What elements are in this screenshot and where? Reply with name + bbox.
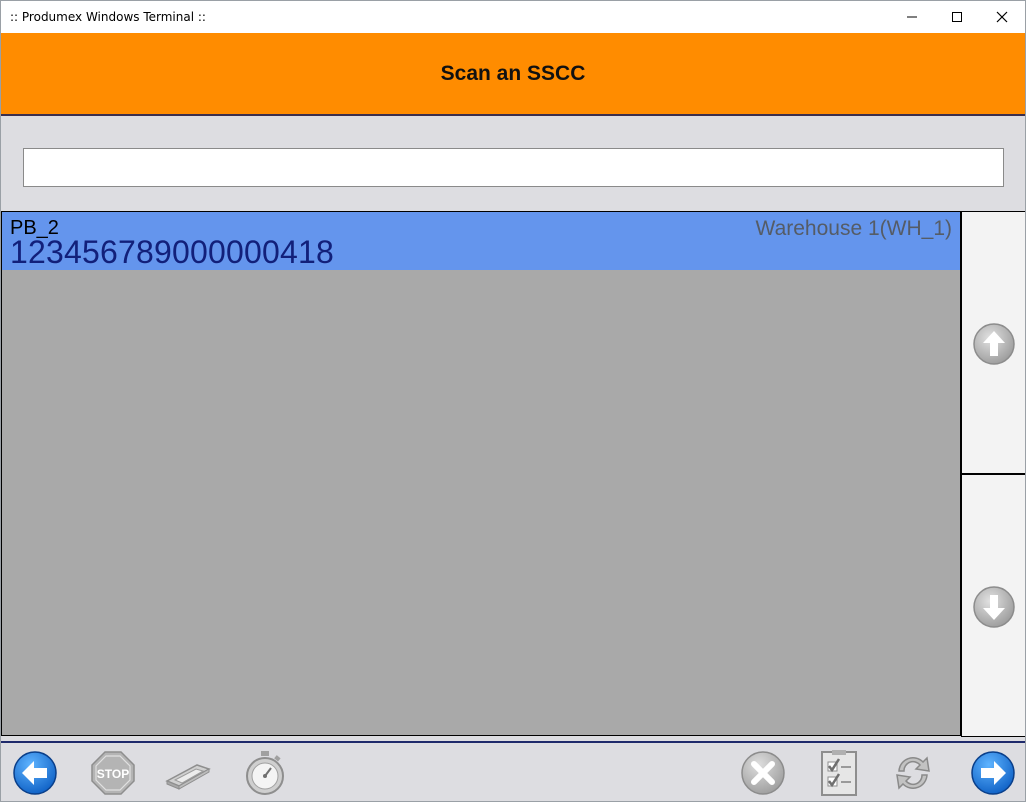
app-window: :: Produmex Windows Terminal :: Scan an … <box>0 0 1026 802</box>
maximize-icon <box>952 12 962 22</box>
arrow-up-icon <box>973 323 1015 365</box>
checklist-button[interactable] <box>815 749 863 797</box>
cancel-icon <box>741 751 785 795</box>
scroll-down-button[interactable] <box>961 474 1025 737</box>
svg-text:STOP: STOP <box>97 767 129 781</box>
minimize-button[interactable] <box>889 1 935 33</box>
refresh-icon <box>896 756 930 790</box>
scanner-button[interactable] <box>163 749 211 797</box>
back-button[interactable] <box>11 749 59 797</box>
scroll-up-button[interactable] <box>961 211 1025 474</box>
forward-button[interactable] <box>969 749 1017 797</box>
close-icon <box>996 11 1008 23</box>
arrow-down-icon <box>973 586 1015 628</box>
back-arrow-icon <box>13 751 57 795</box>
window-title: :: Produmex Windows Terminal :: <box>10 10 206 24</box>
footer-toolbar: STOP <box>1 741 1025 801</box>
item-sscc: 123456789000000418 <box>10 234 334 270</box>
page-header: Scan an SSCC <box>1 33 1025 116</box>
close-button[interactable] <box>979 1 1025 33</box>
sscc-list[interactable]: PB_2 123456789000000418 Warehouse 1(WH_1… <box>1 211 961 736</box>
checklist-icon <box>821 750 857 796</box>
list-item[interactable]: PB_2 123456789000000418 Warehouse 1(WH_1… <box>2 212 960 270</box>
stop-button[interactable]: STOP <box>89 749 137 797</box>
forward-arrow-icon <box>971 751 1015 795</box>
refresh-button[interactable] <box>889 749 937 797</box>
scanner-icon <box>165 764 211 790</box>
cancel-button[interactable] <box>739 749 787 797</box>
item-warehouse: Warehouse 1(WH_1) <box>755 217 952 240</box>
sscc-scan-input[interactable] <box>23 148 1004 187</box>
title-bar[interactable]: :: Produmex Windows Terminal :: <box>1 1 1025 33</box>
stopwatch-button[interactable] <box>241 749 289 797</box>
maximize-button[interactable] <box>934 1 980 33</box>
stop-icon: STOP <box>91 751 135 795</box>
minimize-icon <box>907 16 917 18</box>
stopwatch-icon <box>246 751 284 795</box>
page-title: Scan an SSCC <box>440 62 586 85</box>
